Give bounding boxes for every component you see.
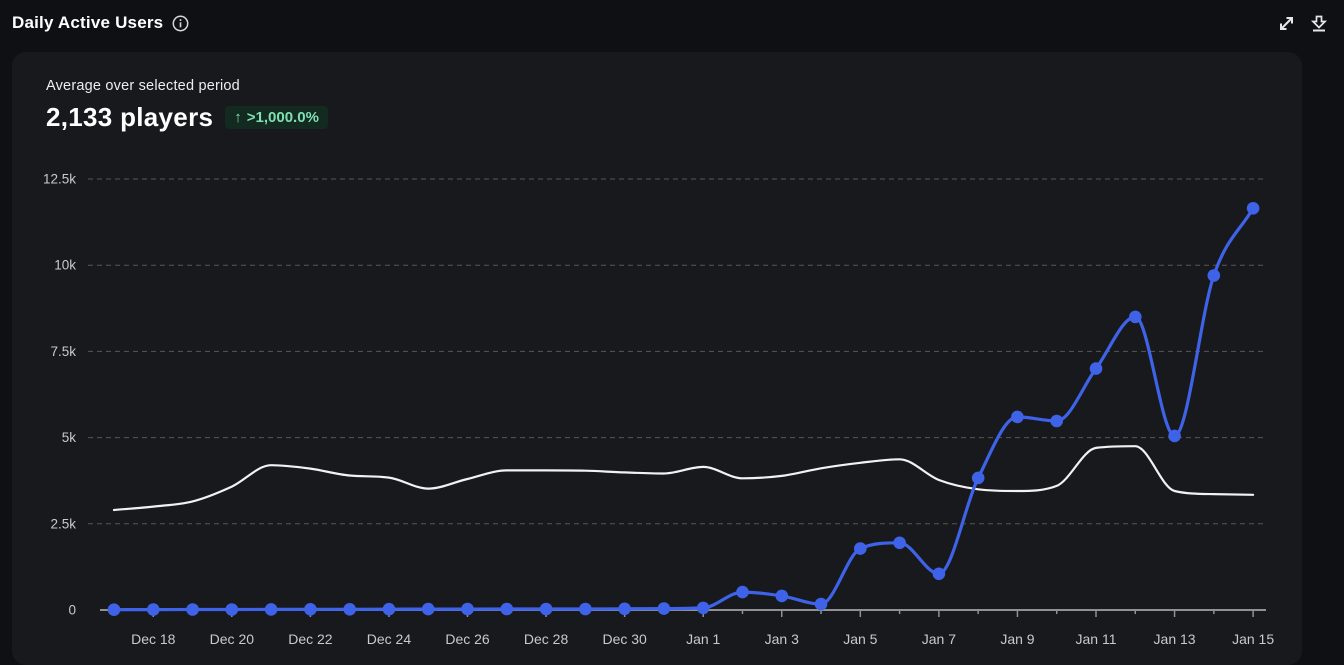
data-point-dot[interactable] [1011,410,1024,424]
data-point-dot[interactable] [421,602,435,616]
blue-line-path [112,206,1255,612]
data-point-dot[interactable] [264,603,278,616]
data-point-dot[interactable] [539,602,553,616]
x-tick-label: Jan 15 [1232,631,1274,647]
x-tick-label: Jan 11 [1076,631,1117,647]
data-point-dot[interactable] [1207,269,1221,282]
y-tick-label: 5k [62,430,77,445]
x-tick-label: Jan 9 [1000,631,1034,647]
data-point-dot[interactable] [893,536,906,550]
data-point-dot[interactable] [1168,429,1181,443]
data-point-dot[interactable] [1246,202,1260,215]
x-tick-label: Dec 18 [131,631,176,647]
data-point-dot[interactable] [500,602,514,616]
data-point-dot[interactable] [854,542,867,555]
x-tick-label: Jan 13 [1154,631,1196,647]
y-tick-label: 7.5k [50,344,76,359]
white-line-path [112,445,1255,512]
x-tick-label: Dec 20 [210,631,255,647]
data-point-dot[interactable] [696,601,710,615]
data-point-dot[interactable] [618,602,631,616]
data-point-dot[interactable] [107,603,121,616]
data-point-dot[interactable] [1089,362,1103,375]
dau-line-chart[interactable]: 0 2.5k 5k 7.5k 10k 12.5k Dec 18 Dec 20 Dec 22 Dec… [0,0,1344,665]
y-tick-label: 10k [54,258,76,273]
data-point-dot[interactable] [775,589,789,603]
data-point-dot[interactable] [1050,414,1063,428]
x-tick-label: Dec 30 [602,631,647,647]
x-tick-label: Jan 3 [765,631,799,647]
x-tick-label: Dec 22 [288,631,333,647]
data-point-dot[interactable] [343,603,357,616]
data-point-dot[interactable] [382,602,396,616]
data-point-dot[interactable] [147,603,160,616]
data-point-dot[interactable] [736,585,749,599]
y-tick-label: 12.5k [43,172,76,187]
y-tick-label: 0 [68,603,76,618]
data-point-dot[interactable] [971,471,985,485]
data-point-dot[interactable] [657,602,671,615]
y-tick-label: 2.5k [50,516,76,531]
data-point-dot[interactable] [579,602,592,616]
x-tick-label: Jan 5 [843,631,877,647]
x-tick-label: Dec 26 [445,631,490,647]
data-point-dot[interactable] [225,603,239,616]
x-tick-label: Jan 7 [922,631,956,647]
x-tick-label: Dec 24 [367,631,412,647]
data-point-dot[interactable] [461,602,474,616]
data-point-dot[interactable] [814,597,828,611]
x-tick-label: Jan 1 [686,631,720,647]
data-point-dot[interactable] [1129,310,1142,324]
data-point-dot[interactable] [932,567,946,581]
x-tick-label: Dec 28 [524,631,569,647]
data-point-dot[interactable] [186,603,199,616]
data-point-dot[interactable] [304,603,317,616]
